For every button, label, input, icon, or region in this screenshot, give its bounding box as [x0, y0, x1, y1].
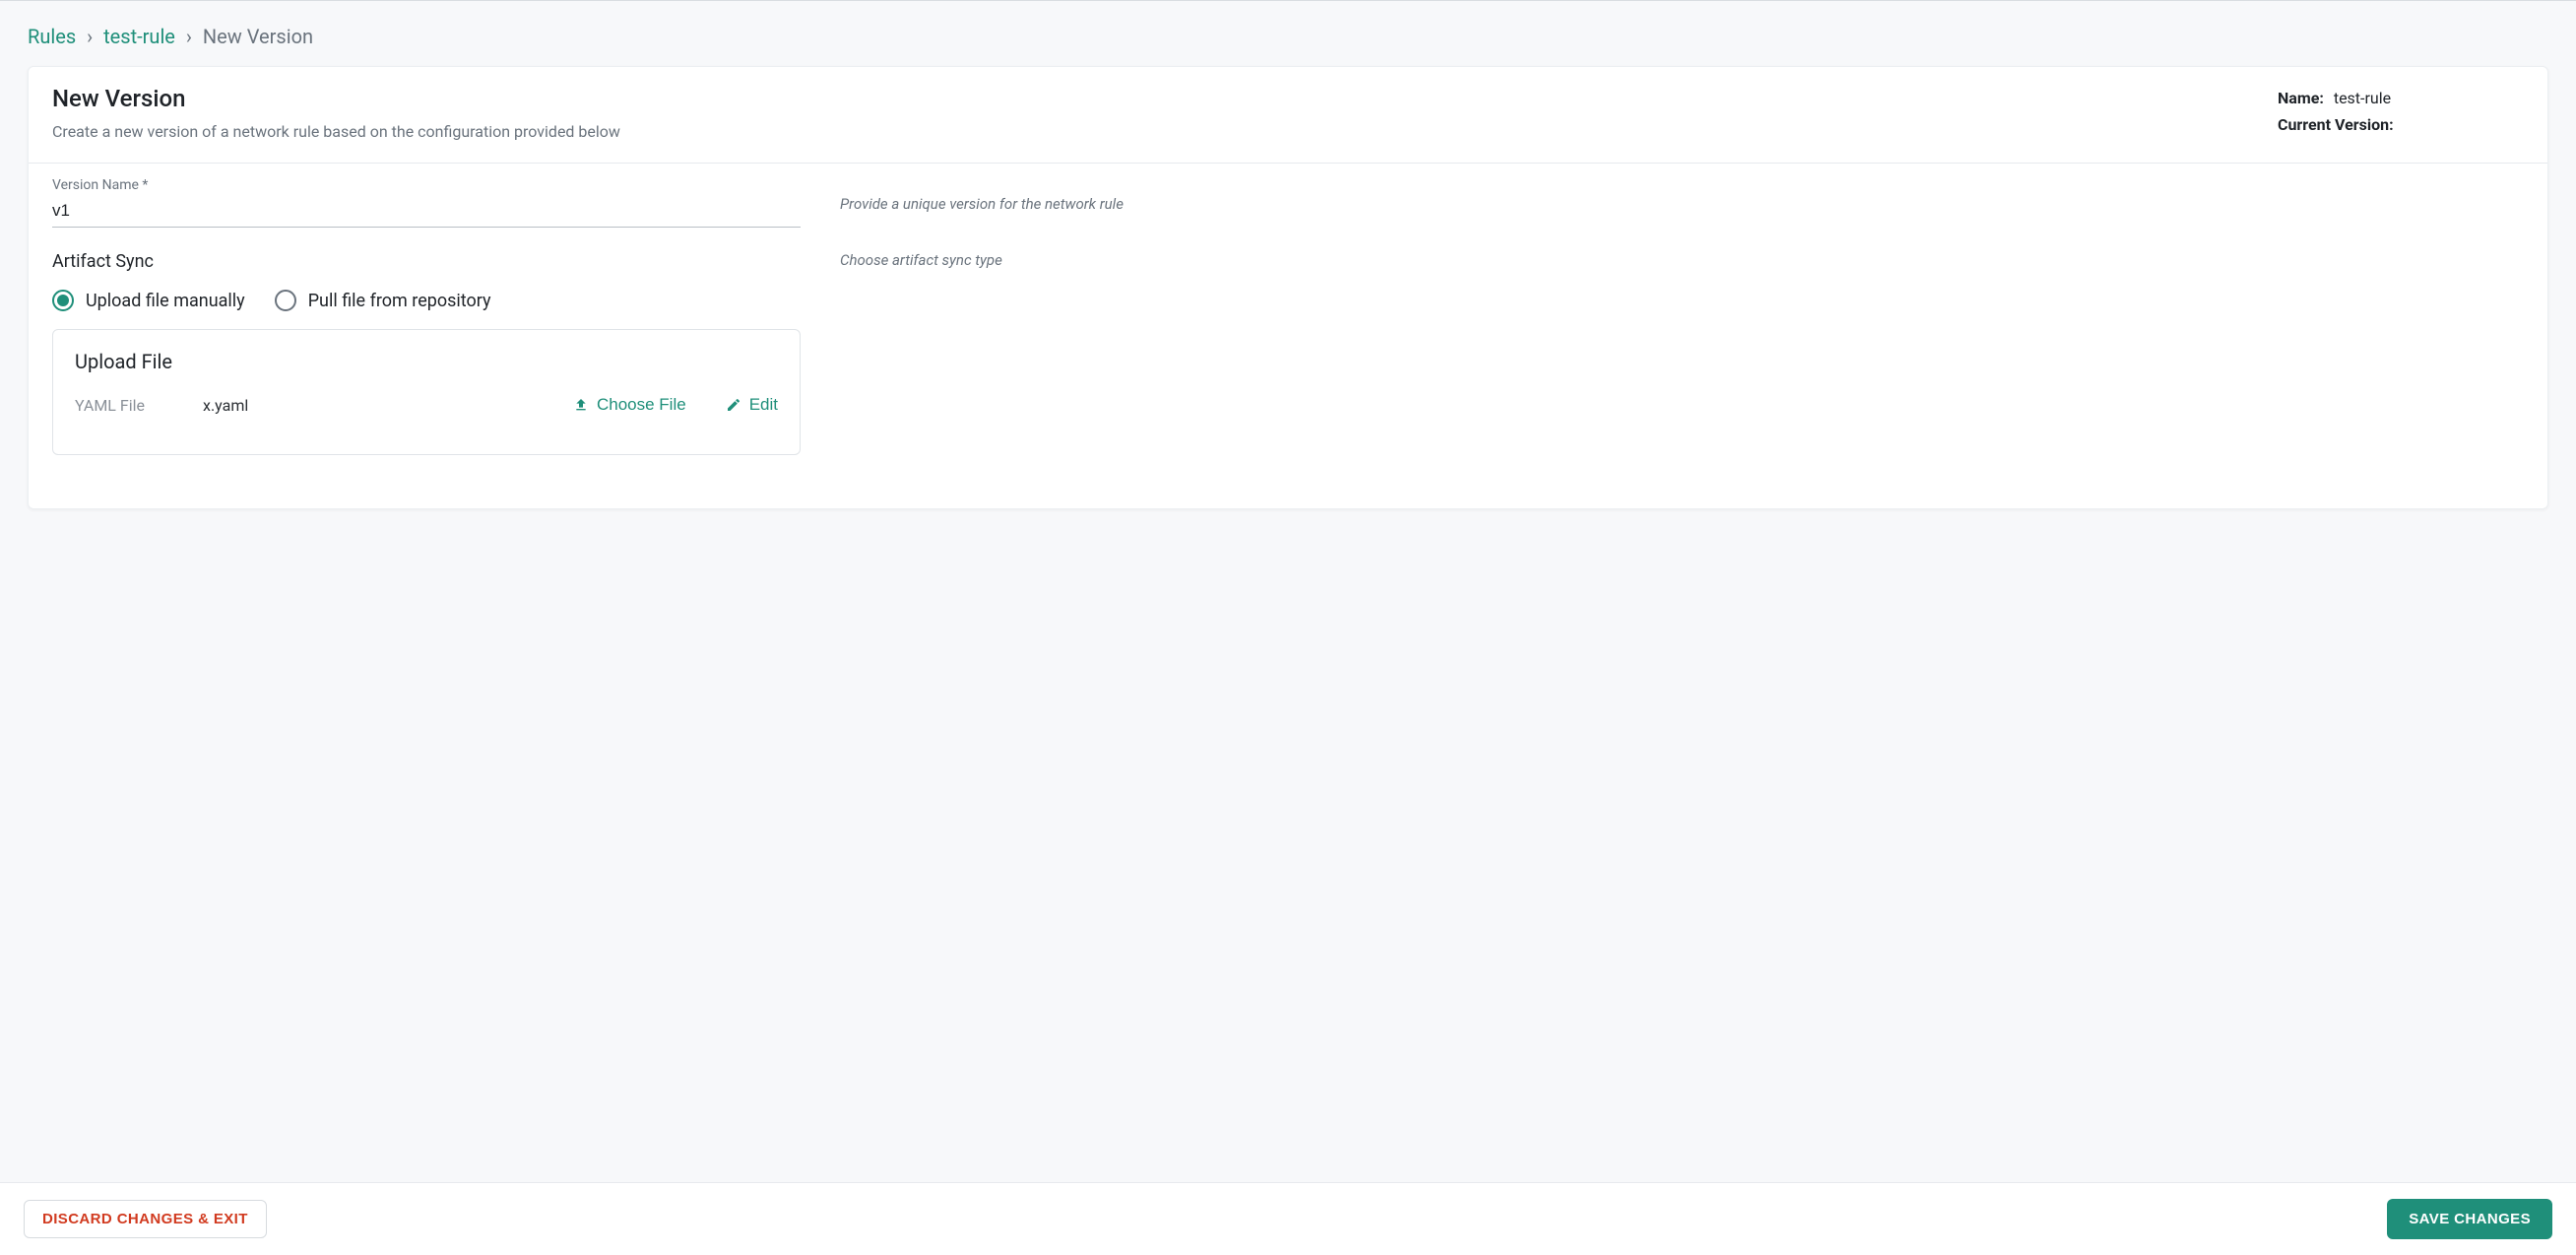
page-subtitle: Create a new version of a network rule b… — [52, 122, 620, 141]
breadcrumb-item-link[interactable]: test-rule — [103, 25, 175, 48]
footer-actions: DISCARD CHANGES & EXIT SAVE CHANGES — [0, 1182, 2576, 1255]
breadcrumb-separator: › — [186, 25, 192, 48]
meta-current-version-label: Current Version: — [2278, 115, 2394, 134]
upload-file-name: x.yaml — [203, 396, 534, 415]
artifact-sync-hint: Choose artifact sync type — [840, 251, 2524, 269]
version-name-label: Version Name * — [52, 177, 801, 193]
radio-upload-label: Upload file manually — [86, 291, 245, 311]
artifact-sync-radio-group: Upload file manually Pull file from repo… — [52, 290, 801, 311]
breadcrumb: Rules › test-rule › New Version — [28, 1, 2548, 66]
meta-name-row: Name: test-rule — [2278, 85, 2524, 111]
meta-name-value: test-rule — [2334, 89, 2391, 107]
artifact-sync-title: Artifact Sync — [52, 251, 801, 272]
upload-icon — [573, 397, 589, 413]
version-name-input[interactable] — [52, 197, 801, 228]
save-button[interactable]: SAVE CHANGES — [2387, 1199, 2552, 1239]
radio-pull-label: Pull file from repository — [308, 291, 491, 311]
upload-file-box: Upload File YAML File x.yaml Choose File… — [52, 329, 801, 455]
breadcrumb-separator: › — [87, 25, 93, 48]
radio-unselected-icon — [275, 290, 296, 311]
meta-current-version-row: Current Version: — [2278, 111, 2524, 138]
choose-file-button[interactable]: Choose File — [573, 395, 686, 415]
breadcrumb-current: New Version — [203, 25, 313, 48]
discard-button[interactable]: DISCARD CHANGES & EXIT — [24, 1200, 267, 1238]
breadcrumb-root-link[interactable]: Rules — [28, 25, 76, 48]
radio-pull-from-repo[interactable]: Pull file from repository — [275, 290, 491, 311]
pencil-icon — [726, 397, 741, 413]
upload-box-title: Upload File — [75, 350, 778, 373]
meta-name-label: Name: — [2278, 89, 2324, 107]
edit-button-label: Edit — [749, 395, 778, 415]
version-name-hint: Provide a unique version for the network… — [840, 177, 2524, 213]
card-header: New Version Create a new version of a ne… — [29, 67, 2547, 164]
choose-file-button-label: Choose File — [597, 395, 686, 415]
page-title: New Version — [52, 85, 620, 112]
upload-file-type-label: YAML File — [75, 396, 163, 415]
radio-upload-manually[interactable]: Upload file manually — [52, 290, 245, 311]
new-version-card: New Version Create a new version of a ne… — [28, 66, 2548, 509]
radio-selected-icon — [52, 290, 74, 311]
edit-button[interactable]: Edit — [726, 395, 778, 415]
